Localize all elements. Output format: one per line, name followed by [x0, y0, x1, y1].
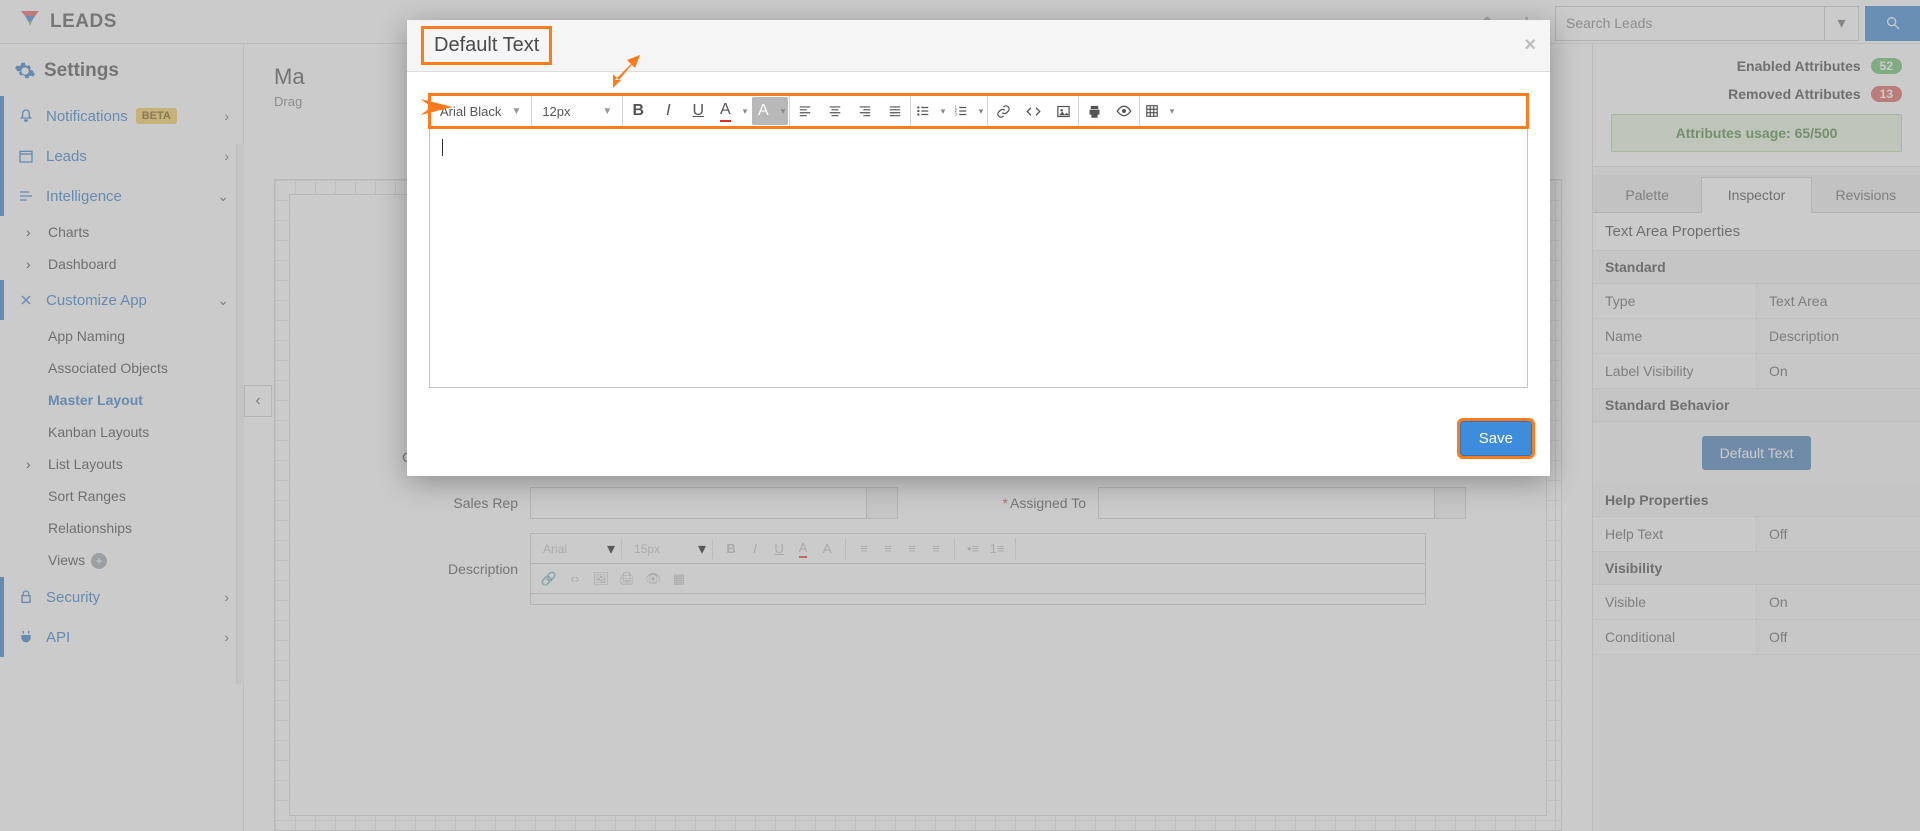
- modal-title: Default Text: [421, 26, 552, 65]
- align-center-icon[interactable]: [821, 97, 849, 125]
- text-cursor: [442, 139, 443, 156]
- richtext-toolbar: Arial Black▼ 12px▼ B I U A A 123: [429, 94, 1528, 128]
- annotation-arrow-1: [605, 50, 645, 95]
- unordered-list-icon[interactable]: [912, 97, 948, 125]
- svg-text:3: 3: [955, 112, 958, 117]
- default-text-modal: Default Text × Arial Black▼ 12px▼ B I U …: [407, 20, 1550, 476]
- align-right-icon[interactable]: [851, 97, 879, 125]
- underline-icon[interactable]: U: [684, 97, 712, 125]
- align-left-icon[interactable]: [791, 97, 819, 125]
- text-color-icon[interactable]: A: [714, 97, 750, 125]
- link-icon[interactable]: [989, 97, 1017, 125]
- align-justify-icon[interactable]: [881, 97, 909, 125]
- print-icon[interactable]: [1080, 97, 1108, 125]
- close-icon[interactable]: ×: [1524, 34, 1536, 57]
- ordered-list-icon[interactable]: 123: [950, 97, 986, 125]
- italic-icon[interactable]: I: [654, 97, 682, 125]
- code-icon[interactable]: [1019, 97, 1047, 125]
- modal-footer: Save: [407, 418, 1550, 476]
- richtext-editor[interactable]: [429, 128, 1528, 388]
- highlight-color-icon[interactable]: A: [752, 97, 788, 125]
- modal-header: Default Text ×: [407, 20, 1550, 72]
- table-icon[interactable]: [1141, 97, 1177, 125]
- annotation-arrow-2: [418, 87, 458, 132]
- preview-icon[interactable]: [1110, 97, 1138, 125]
- save-button[interactable]: Save: [1460, 421, 1532, 456]
- bold-icon[interactable]: B: [624, 97, 652, 125]
- image-icon[interactable]: [1049, 97, 1077, 125]
- font-size-dropdown[interactable]: 12px▼: [532, 95, 622, 127]
